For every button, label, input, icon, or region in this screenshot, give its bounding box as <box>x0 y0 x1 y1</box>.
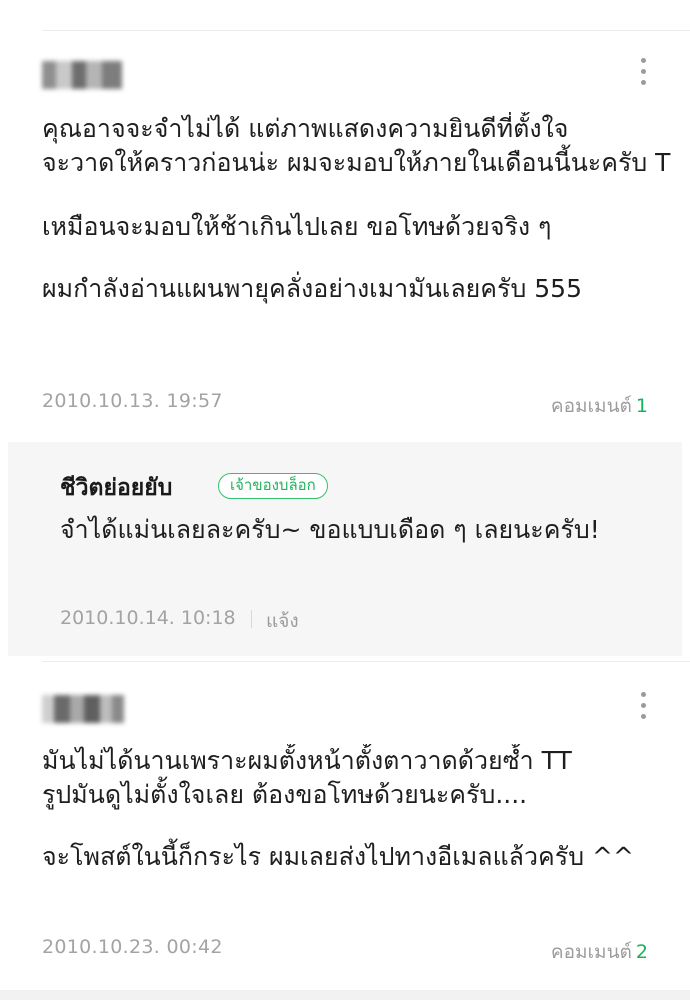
top-divider <box>42 30 690 31</box>
more-options-icon[interactable] <box>634 690 654 724</box>
report-link[interactable]: แจ้ง <box>266 606 299 636</box>
more-options-icon[interactable] <box>634 56 654 90</box>
comment-count-link[interactable]: คอมเมนต์ 2 <box>551 937 648 967</box>
blurred-username-1 <box>42 61 122 89</box>
comment-line: จะโพสต์ในนี้ก็กระไร ผมเลยส่งไปทางอีเมลแล… <box>42 842 634 871</box>
reply-box: ชีวิตย่อยยับ เจ้าของบล็อก จำได้แม่นเลยละ… <box>8 442 682 656</box>
comment-line: คุณอาจจะจำไม่ได้ แต่ภาพแสดงความยินดีที่ต… <box>42 114 569 143</box>
meta-separator <box>251 610 252 628</box>
comment-count: 1 <box>635 395 648 417</box>
comment-count-link[interactable]: คอมเมนต์ 1 <box>551 391 648 421</box>
comment-date: 2010.10.13. 19:57 <box>42 390 223 412</box>
reply-date: 2010.10.14. 10:18 <box>60 607 236 629</box>
bottom-divider <box>0 990 690 1000</box>
comment-line: ผมกำลังอ่านแผนพายุคลั่งอย่างเมามันเลยครั… <box>42 274 582 303</box>
comment-line: เหมือนจะมอบให้ช้าเกินไปเลย ขอโทษด้วยจริง… <box>42 212 552 241</box>
comment-date: 2010.10.23. 00:42 <box>42 936 223 958</box>
comment-line: จะวาดให้คราวก่อนน่ะ ผมจะมอบให้ภายในเดือน… <box>42 148 671 177</box>
comment-line: รูปมันดูไม่ตั้งใจเลย ต้องขอโทษด้วยนะครับ… <box>42 780 528 809</box>
comment-divider <box>42 661 690 662</box>
comment-count: 2 <box>635 941 648 963</box>
comment-label: คอมเมนต์ <box>550 395 632 417</box>
comment-label: คอมเมนต์ <box>550 941 632 963</box>
blog-owner-badge: เจ้าของบล็อก <box>218 473 328 499</box>
reply-text: จำได้แม่นเลยละครับ~ ขอแบบเดือด ๆ เลยนะคร… <box>60 515 600 544</box>
comment-body-1: คุณอาจจะจำไม่ได้ แต่ภาพแสดงความยินดีที่ต… <box>42 112 690 306</box>
reply-author[interactable]: ชีวิตย่อยยับ <box>60 470 172 506</box>
comment-body-2: มันไม่ได้นานเพราะผมตั้งหน้าตั้งตาวาดด้วย… <box>42 744 690 874</box>
comment-line: มันไม่ได้นานเพราะผมตั้งหน้าตั้งตาวาดด้วย… <box>42 746 572 775</box>
blurred-username-2 <box>42 695 124 723</box>
